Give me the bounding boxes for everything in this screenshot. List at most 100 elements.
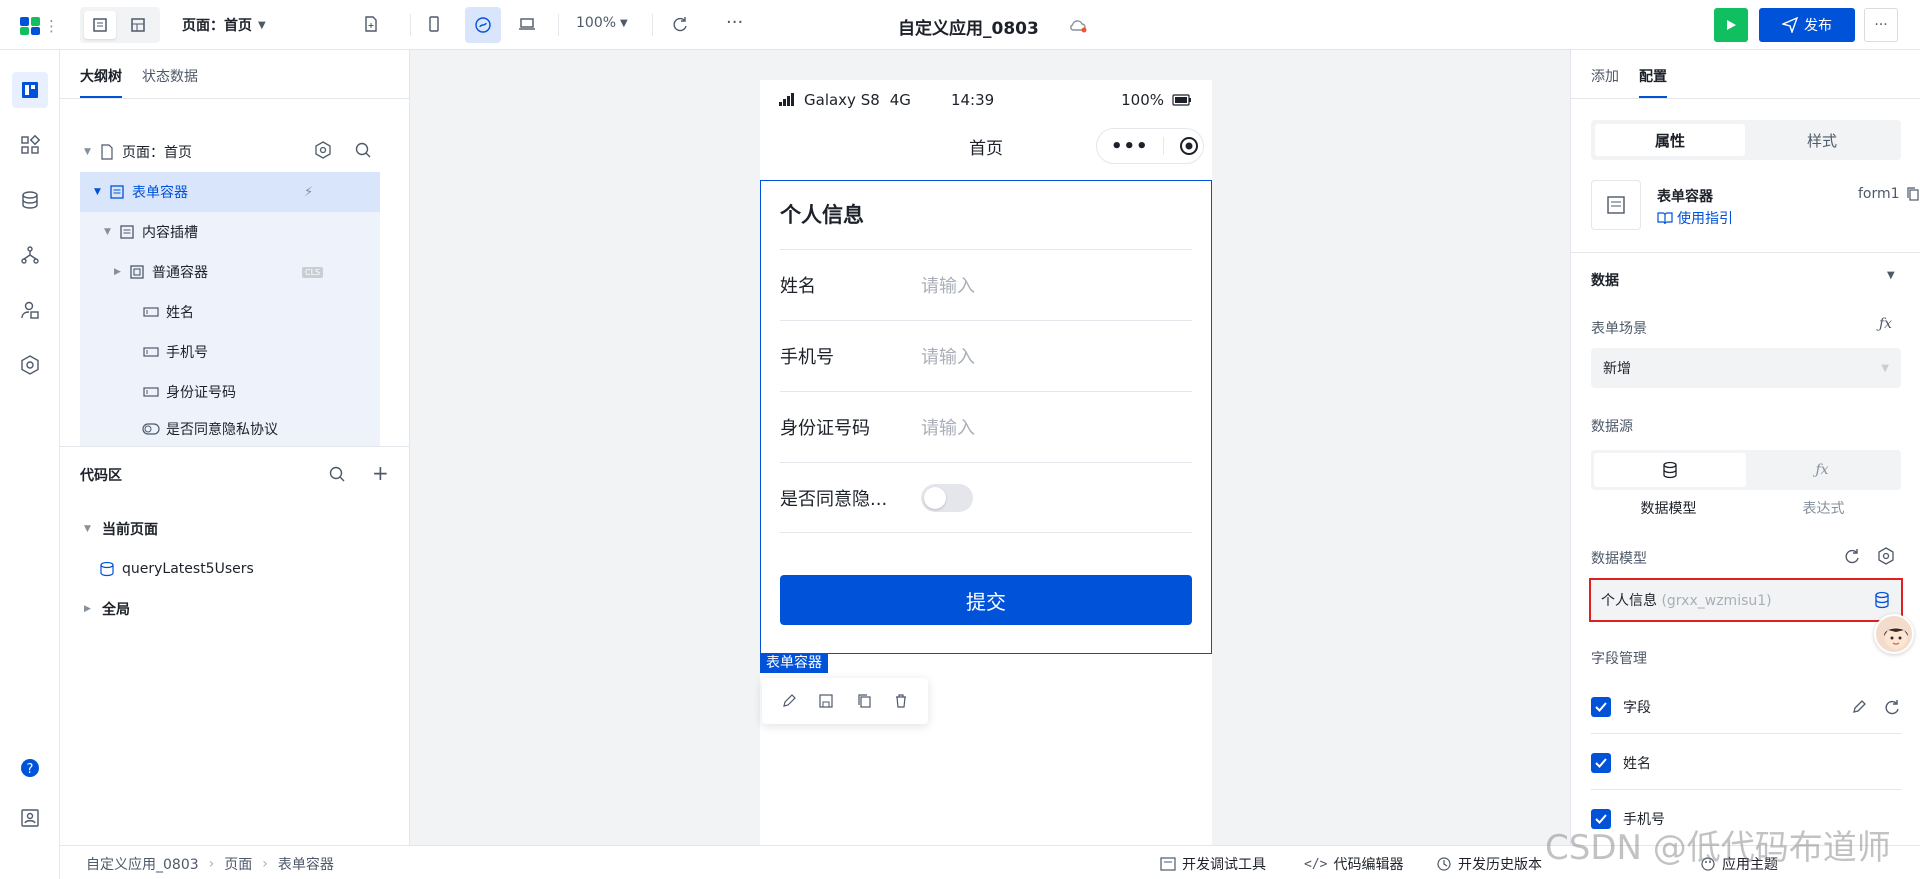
refresh-icon[interactable] [1883, 698, 1901, 716]
outline-panel: 大纲树 状态数据 ▼ 页面：首页 ▼ 表单容器 ⚡ ▼ 内容插槽 ▶ 普通容器 … [60, 50, 410, 845]
form-field-name[interactable]: 姓名 请输入 [780, 249, 1192, 320]
form-container[interactable]: 个人信息 姓名 请输入 手机号 请输入 身份证号码 请输入 是否同意隐... 提… [760, 180, 1212, 654]
miniprogram-icon [475, 17, 491, 33]
battery-icon [1172, 94, 1191, 106]
rail-users[interactable] [12, 292, 48, 328]
tree-node-label: 表单容器 [132, 185, 188, 201]
more-options-icon[interactable]: ··· [726, 12, 743, 33]
rail-settings[interactable] [12, 347, 48, 383]
outline-icon [22, 82, 38, 98]
save-icon[interactable] [818, 693, 834, 709]
code-node-query[interactable]: queryLatest5Users [80, 549, 380, 589]
tree-node-form-container[interactable]: ▼ 表单容器 ⚡ [80, 172, 380, 212]
delete-icon[interactable] [893, 693, 909, 709]
breadcrumb-app[interactable]: 自定义应用_0803 [86, 854, 199, 874]
tree-node-page[interactable]: ▼ 页面：首页 [80, 132, 380, 172]
debug-tools-button[interactable]: 开发调试工具 [1160, 854, 1266, 874]
code-editor-button[interactable]: </> 代码编辑器 [1304, 854, 1403, 874]
search-icon[interactable] [354, 141, 372, 163]
form-field-id-number[interactable]: 身份证号码 请输入 [780, 391, 1192, 462]
tree-node-phone-input[interactable]: 手机号 [80, 332, 380, 372]
page-settings-icon[interactable] [314, 141, 332, 163]
refresh-icon[interactable] [1843, 547, 1861, 565]
layout-page-button[interactable] [84, 11, 116, 39]
zoom-select[interactable]: 100% ▼ [576, 15, 628, 31]
tab-outline-tree[interactable]: 大纲树 [80, 66, 122, 98]
checkbox-checked[interactable] [1591, 752, 1611, 773]
copy-icon[interactable] [856, 693, 872, 709]
publish-label: 发布 [1804, 18, 1832, 34]
breadcrumb-page[interactable]: 页面 [224, 854, 252, 874]
usage-guide-link[interactable]: 使用指引 [1657, 208, 1733, 228]
input-field-icon [142, 344, 160, 360]
more-options-icon: ··· [1874, 17, 1888, 33]
data-model-id: (grxx_wzmisu1) [1661, 593, 1772, 609]
privacy-toggle[interactable] [921, 483, 973, 512]
tree-node-id-input[interactable]: 身份证号码 [80, 372, 380, 412]
toolbar-divider [652, 14, 653, 36]
chevron-down-icon[interactable]: ▼ [1887, 270, 1895, 281]
chevron-right-icon: › [208, 856, 215, 872]
search-icon[interactable] [328, 465, 346, 487]
field-row-all[interactable]: 字段 [1591, 680, 1901, 734]
tab-styles[interactable]: 样式 [1747, 124, 1897, 156]
database-icon [1875, 591, 1889, 609]
layout-grid-button[interactable] [122, 11, 154, 39]
rail-outline[interactable] [12, 72, 48, 108]
battery-percent: 100% [1121, 91, 1164, 109]
code-node-current-page[interactable]: ▼ 当前页面 [80, 509, 380, 549]
form-field-phone[interactable]: 手机号 请输入 [780, 320, 1192, 391]
watermark-text: CSDN @低代码布道师 [1545, 828, 1891, 868]
tab-add[interactable]: 添加 [1591, 66, 1619, 98]
account-button[interactable] [12, 800, 48, 836]
more-menu-button[interactable]: ··· [1864, 8, 1898, 42]
submit-button[interactable]: 提交 [780, 575, 1192, 625]
rail-workflow[interactable] [12, 237, 48, 273]
data-model-select[interactable]: 个人信息 (grxx_wzmisu1) [1589, 578, 1903, 622]
tree-node-privacy-switch[interactable]: 是否同意隐私协议 [80, 412, 380, 446]
mobile-view-button[interactable] [426, 15, 442, 33]
checkbox-checked[interactable] [1591, 696, 1611, 717]
datasource-model-label: 数据模型 [1640, 501, 1697, 517]
copy-icon[interactable] [1906, 186, 1920, 202]
tab-state-data[interactable]: 状态数据 [142, 66, 198, 98]
rail-data[interactable] [12, 182, 48, 218]
page-layout-icon [93, 18, 107, 32]
profile-card-icon [21, 809, 39, 827]
fx-icon[interactable]: ƒx [1879, 316, 1892, 332]
refresh-button[interactable] [671, 15, 689, 33]
add-page-button[interactable] [362, 15, 380, 33]
assistant-avatar[interactable] [1874, 614, 1914, 654]
run-button[interactable] [1714, 8, 1748, 42]
tab-config[interactable]: 配置 [1639, 66, 1667, 98]
edit-icon[interactable] [781, 693, 797, 709]
tree-node-container[interactable]: ▶ 普通容器 CLS [80, 252, 380, 292]
edit-icon[interactable] [1851, 699, 1867, 715]
lightning-icon[interactable]: ⚡ [304, 185, 313, 200]
form-icon [108, 184, 126, 200]
form-scene-select[interactable]: 新增 ▼ [1591, 348, 1901, 388]
breadcrumb-component[interactable]: 表单容器 [278, 854, 334, 874]
tab-properties[interactable]: 属性 [1595, 124, 1745, 156]
desktop-view-button[interactable] [517, 15, 537, 33]
code-node-global[interactable]: ▶ 全局 [80, 589, 380, 629]
tree-node-name-input[interactable]: 姓名 [80, 292, 380, 332]
config-panel: 添加 配置 属性 样式 表单容器 使用指引 form1 数据 ▼ 表单场景 ƒx… [1570, 50, 1920, 845]
miniprogram-view-button[interactable] [465, 7, 501, 43]
rail-components[interactable] [12, 127, 48, 163]
app-menu-dots-icon[interactable]: ⋮ [44, 17, 59, 35]
help-button[interactable]: ? [12, 750, 48, 786]
capsule-more-icon[interactable]: ••• [1111, 136, 1149, 157]
datasource-model-option[interactable] [1594, 453, 1746, 487]
capsule-close-icon[interactable] [1178, 135, 1200, 157]
publish-button[interactable]: 发布 [1759, 8, 1855, 42]
left-rail: ? [0, 50, 60, 879]
settings-icon[interactable] [1877, 547, 1895, 565]
chevron-right-icon: › [262, 856, 268, 872]
field-row-name[interactable]: 姓名 [1591, 736, 1901, 790]
datasource-expression-option[interactable]: ƒx [1746, 453, 1898, 487]
add-icon[interactable]: + [372, 461, 389, 485]
tree-node-content-slot[interactable]: ▼ 内容插槽 [80, 212, 380, 252]
history-button[interactable]: 开发历史版本 [1436, 854, 1542, 874]
page-selector[interactable]: 页面：首页 ▼ [182, 15, 266, 35]
